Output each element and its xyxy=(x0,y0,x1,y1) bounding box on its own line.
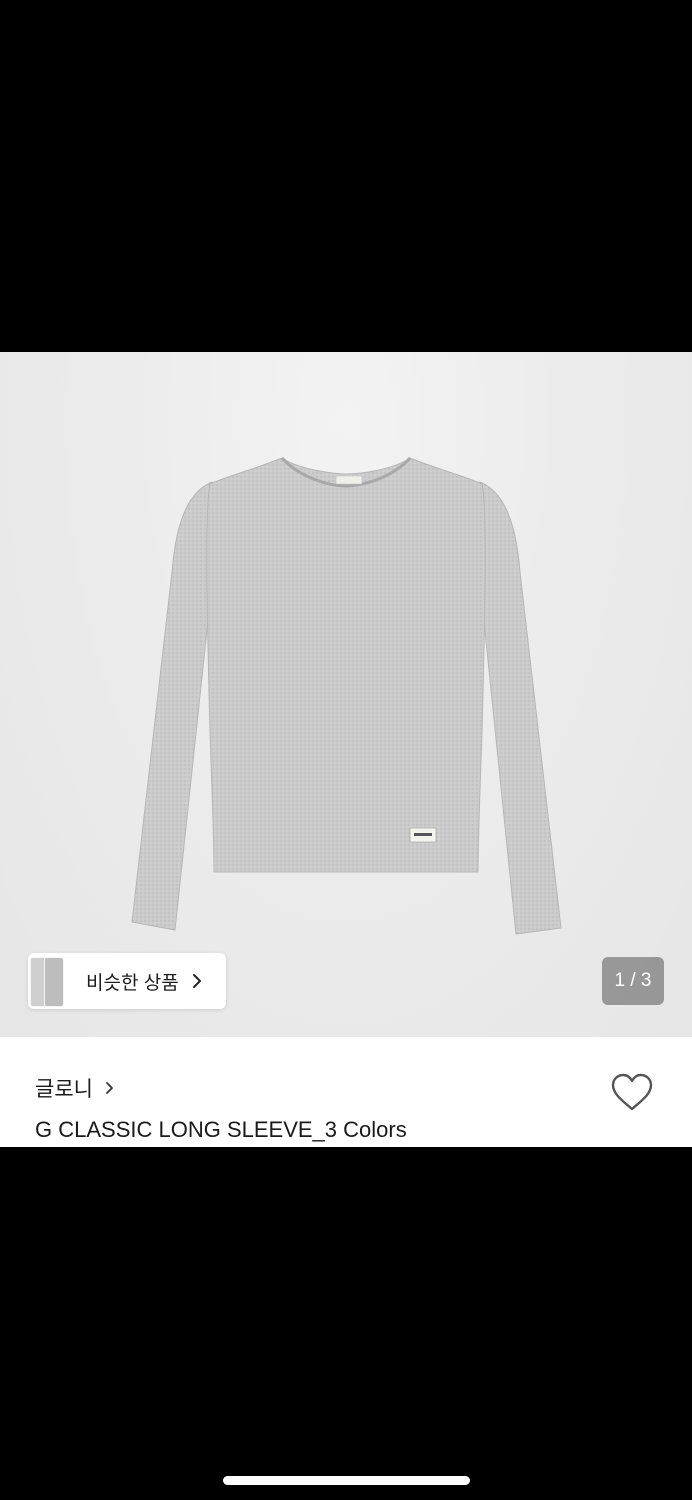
brand-name: 글로니 xyxy=(35,1078,93,1101)
similar-product-thumbnails xyxy=(28,953,66,1009)
product-info-panel: 글로니 G CLASSIC LONG SLEEVE_3 Colors xyxy=(0,1037,692,1147)
image-pager-indicator: 1 / 3 xyxy=(602,957,664,1005)
bottom-letterbox xyxy=(0,1147,692,1500)
similar-products-label: 비슷한 상품 xyxy=(86,972,179,994)
product-image-gallery[interactable] xyxy=(0,352,692,1037)
product-shirt-image xyxy=(131,456,562,935)
heart-outline-icon[interactable] xyxy=(610,1073,654,1113)
product-name: G CLASSIC LONG SLEEVE_3 Colors xyxy=(35,1117,407,1142)
similar-products-button[interactable]: 비슷한 상품 xyxy=(28,953,226,1009)
brand-link[interactable]: 글로니 xyxy=(35,1073,115,1103)
similar-thumbnail xyxy=(44,957,64,1007)
home-indicator[interactable] xyxy=(223,1476,470,1485)
chevron-right-icon xyxy=(106,1082,113,1094)
chevron-right-icon xyxy=(192,974,201,988)
top-letterbox xyxy=(0,0,692,352)
